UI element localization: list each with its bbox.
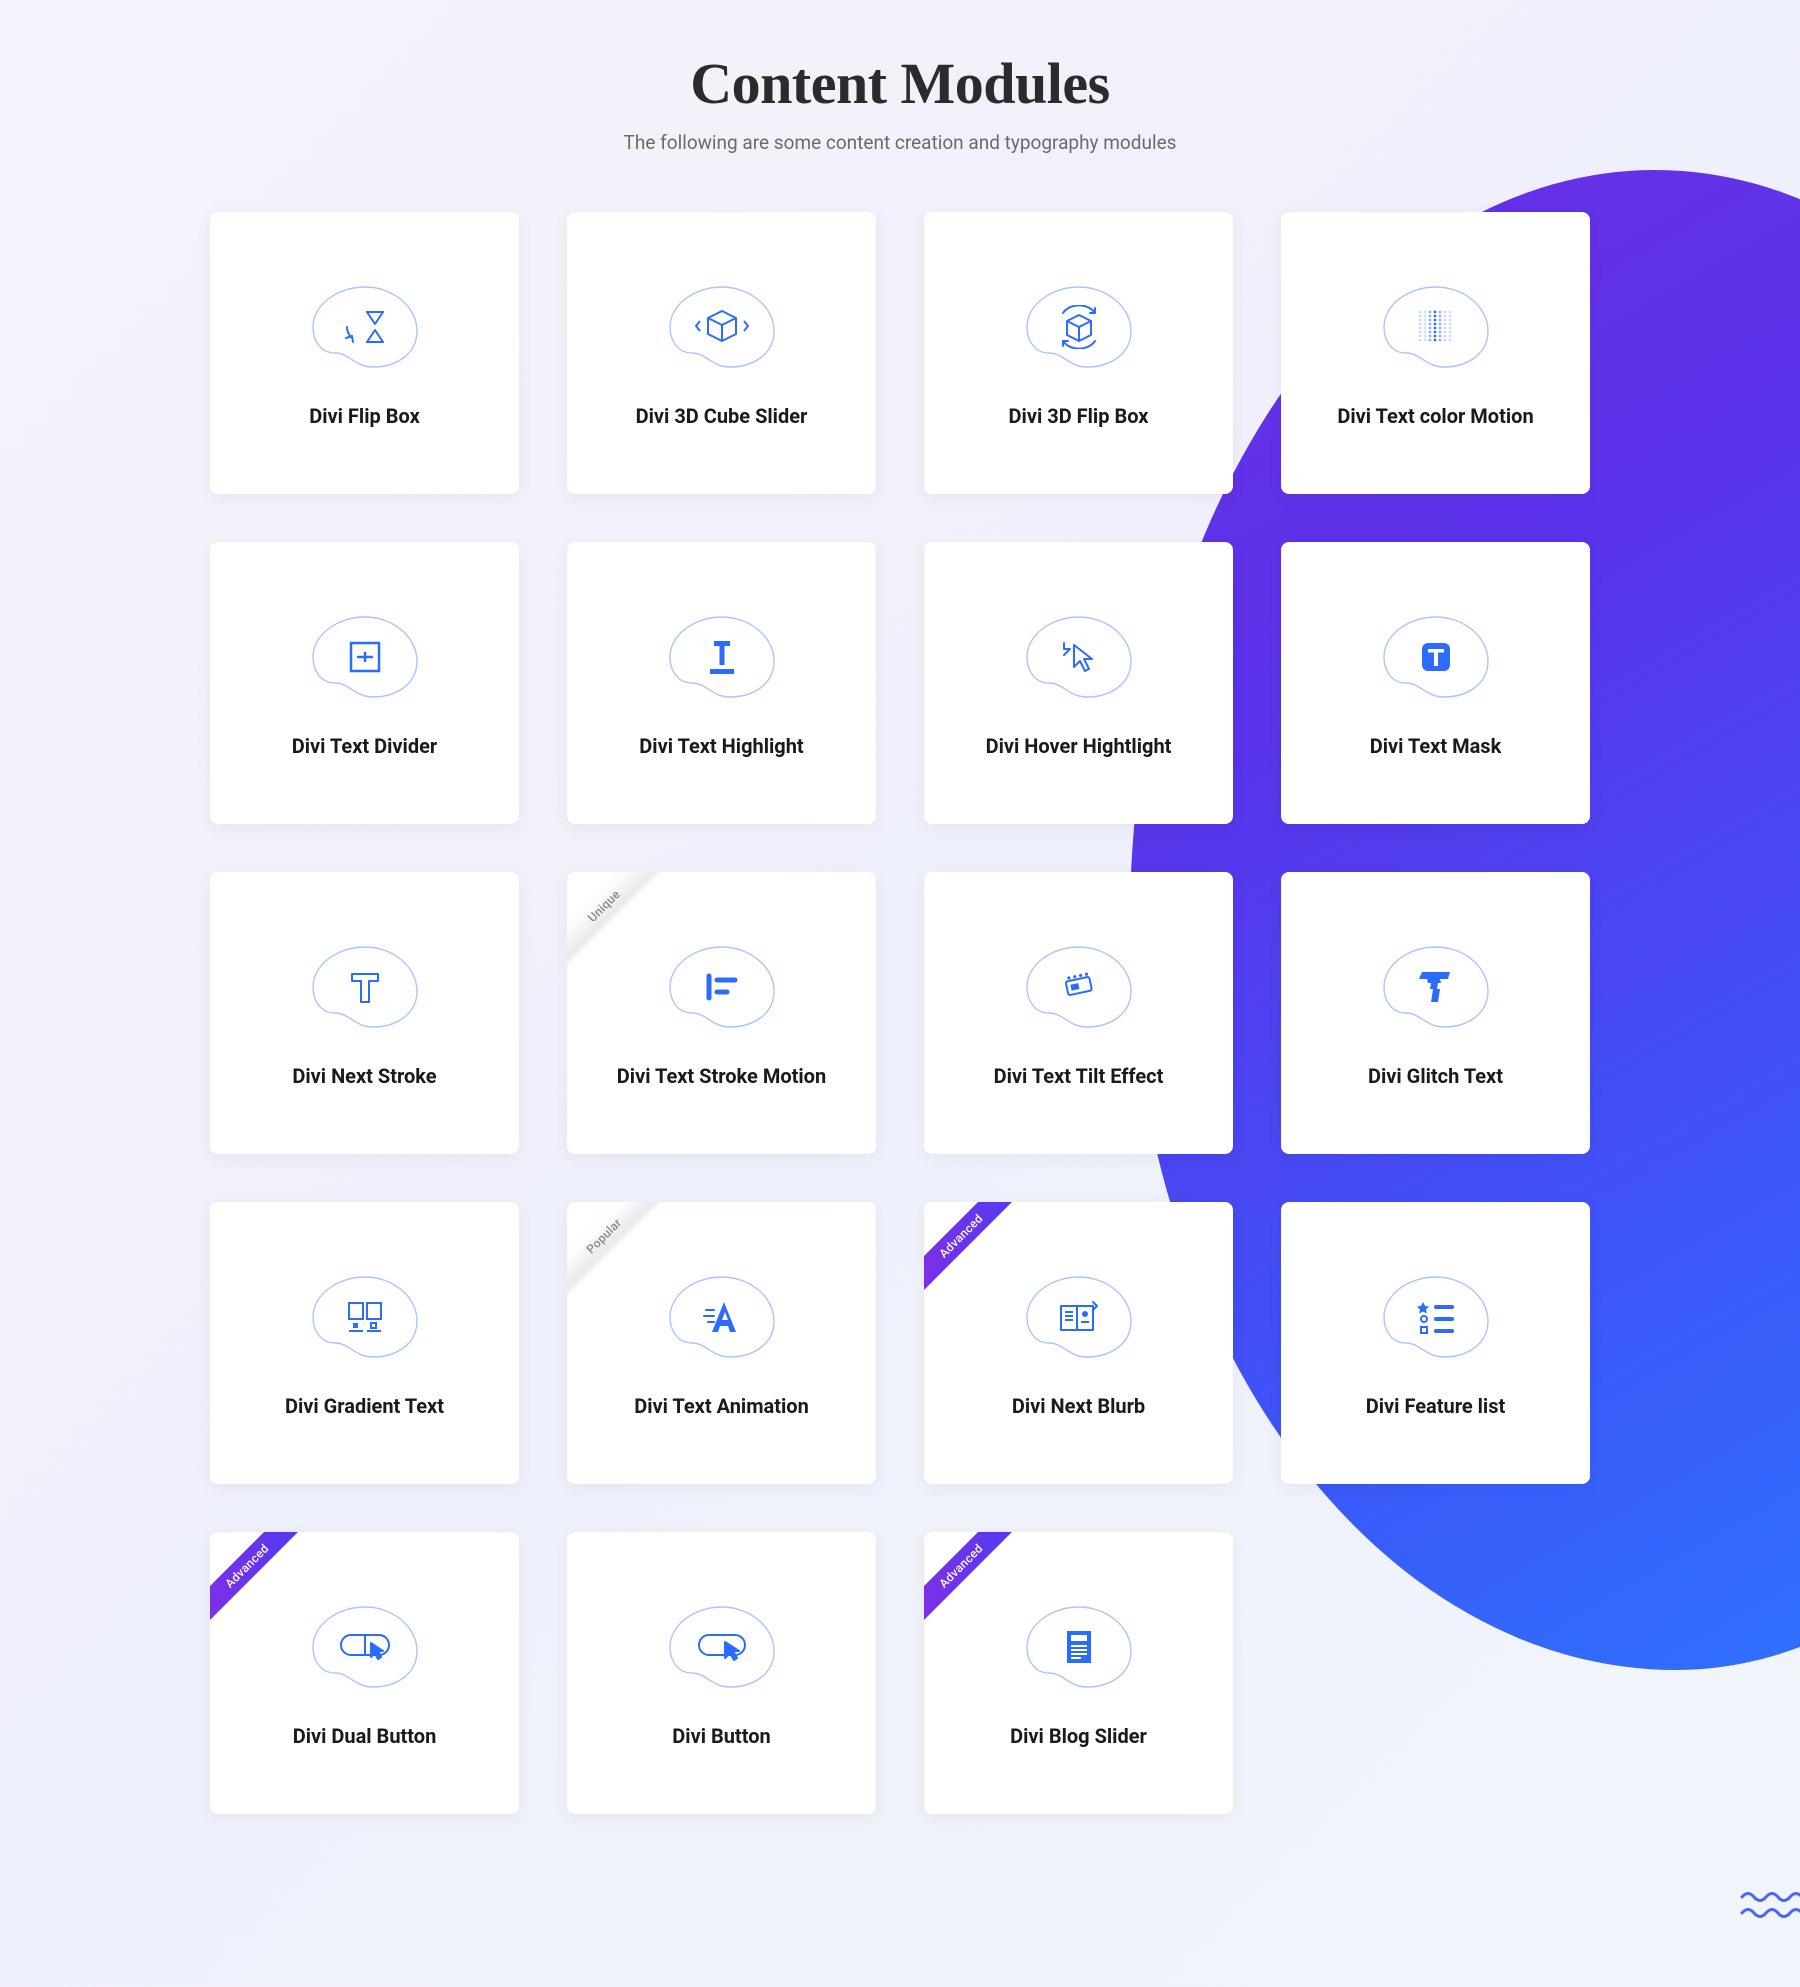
module-card-9[interactable]: Unique Divi Text Stroke Motion — [567, 872, 876, 1154]
module-card-0[interactable]: Divi Flip Box — [210, 212, 519, 494]
card-icon-holder — [1019, 1271, 1139, 1363]
stroke-t-icon — [348, 968, 382, 1006]
cube-rotate-icon — [1055, 305, 1103, 349]
text-mask-icon — [1417, 638, 1455, 676]
page-title: Content Modules — [210, 50, 1590, 117]
module-card-5[interactable]: Divi Text Highlight — [567, 542, 876, 824]
card-title: Divi Flip Box — [309, 403, 420, 429]
card-icon-holder — [662, 1271, 782, 1363]
dots-motion-icon — [1416, 308, 1456, 346]
card-icon-holder — [1376, 611, 1496, 703]
card-icon-holder — [305, 611, 425, 703]
card-icon-holder — [1019, 941, 1139, 1033]
divider-box-icon — [345, 637, 385, 677]
feature-list-icon — [1416, 1300, 1456, 1334]
glitch-t-icon — [1419, 968, 1453, 1006]
card-icon-holder — [1019, 281, 1139, 373]
page-subtitle: The following are some content creation … — [210, 131, 1590, 154]
card-title: Divi Text Highlight — [639, 733, 803, 759]
flip-hourglass-icon — [341, 306, 389, 348]
card-icon-holder — [305, 281, 425, 373]
ribbon-advanced: Advanced — [210, 1532, 316, 1635]
card-icon-holder — [1376, 281, 1496, 373]
module-card-13[interactable]: Popular Divi Text Animation — [567, 1202, 876, 1484]
module-card-7[interactable]: Divi Text Mask — [1281, 542, 1590, 824]
cursor-arrow-icon — [1058, 637, 1100, 677]
card-icon-holder — [662, 1601, 782, 1693]
module-card-18[interactable]: Advanced Divi Blog Slider — [924, 1532, 1233, 1814]
card-title: Divi Text Mask — [1370, 733, 1502, 759]
card-title: Divi 3D Cube Slider — [636, 403, 808, 429]
module-card-3[interactable]: Divi Text color Motion — [1281, 212, 1590, 494]
card-icon-holder — [305, 1271, 425, 1363]
card-title: Divi Text color Motion — [1337, 403, 1533, 429]
card-icon-holder — [662, 941, 782, 1033]
button-cursor-icon — [695, 1630, 749, 1664]
card-title: Divi Dual Button — [293, 1723, 437, 1749]
gradient-boxes-icon — [343, 1297, 387, 1337]
card-icon-holder — [1019, 611, 1139, 703]
module-card-11[interactable]: Divi Glitch Text — [1281, 872, 1590, 1154]
tilt-box-icon — [1057, 969, 1101, 1005]
card-title: Divi Hover Hightlight — [986, 733, 1172, 759]
ribbon-advanced: Advanced — [924, 1202, 1030, 1305]
module-card-14[interactable]: Advanced Divi Next Blurb — [924, 1202, 1233, 1484]
blog-page-icon — [1062, 1627, 1096, 1667]
module-card-16[interactable]: Advanced Divi Dual Button — [210, 1532, 519, 1814]
card-icon-holder — [662, 281, 782, 373]
card-title: Divi Gradient Text — [285, 1393, 444, 1419]
module-card-1[interactable]: Divi 3D Cube Slider — [567, 212, 876, 494]
card-title: Divi Next Blurb — [1012, 1393, 1145, 1419]
blurb-book-icon — [1057, 1298, 1101, 1336]
card-title: Divi Text Animation — [634, 1393, 809, 1419]
text-highlight-icon — [704, 637, 740, 677]
stroke-lines-icon — [703, 970, 741, 1004]
card-icon-holder — [1376, 1271, 1496, 1363]
card-title: Divi Text Divider — [292, 733, 437, 759]
card-icon-holder — [1376, 941, 1496, 1033]
wave-decoration-icon — [1740, 1887, 1800, 1927]
module-card-10[interactable]: Divi Text Tilt Effect — [924, 872, 1233, 1154]
card-title: Divi Feature list — [1366, 1393, 1505, 1419]
card-icon-holder — [305, 941, 425, 1033]
ribbon-advanced: Advanced — [924, 1532, 1030, 1635]
cube-slider-icon — [694, 307, 750, 347]
module-card-2[interactable]: Divi 3D Flip Box — [924, 212, 1233, 494]
card-title: Divi Blog Slider — [1010, 1723, 1147, 1749]
card-icon-holder — [662, 611, 782, 703]
module-card-12[interactable]: Divi Gradient Text — [210, 1202, 519, 1484]
card-title: Divi Button — [672, 1723, 770, 1749]
dual-button-icon — [337, 1629, 393, 1665]
card-title: Divi 3D Flip Box — [1009, 403, 1149, 429]
module-card-15[interactable]: Divi Feature list — [1281, 1202, 1590, 1484]
card-title: Divi Text Tilt Effect — [994, 1063, 1164, 1089]
module-card-8[interactable]: Divi Next Stroke — [210, 872, 519, 1154]
section-heading: Content Modules The following are some c… — [210, 50, 1590, 154]
card-icon-holder — [1019, 1601, 1139, 1693]
ribbon-unique: Unique — [567, 872, 673, 975]
module-card-4[interactable]: Divi Text Divider — [210, 542, 519, 824]
text-animation-icon — [702, 1298, 742, 1336]
card-title: Divi Next Stroke — [292, 1063, 436, 1089]
card-title: Divi Text Stroke Motion — [617, 1063, 826, 1089]
module-grid: Divi Flip Box Divi 3D Cube Slider Divi 3… — [210, 212, 1590, 1814]
ribbon-popular: Popular — [567, 1202, 673, 1305]
module-card-17[interactable]: Divi Button — [567, 1532, 876, 1814]
card-title: Divi Glitch Text — [1368, 1063, 1503, 1089]
module-card-6[interactable]: Divi Hover Hightlight — [924, 542, 1233, 824]
card-icon-holder — [305, 1601, 425, 1693]
